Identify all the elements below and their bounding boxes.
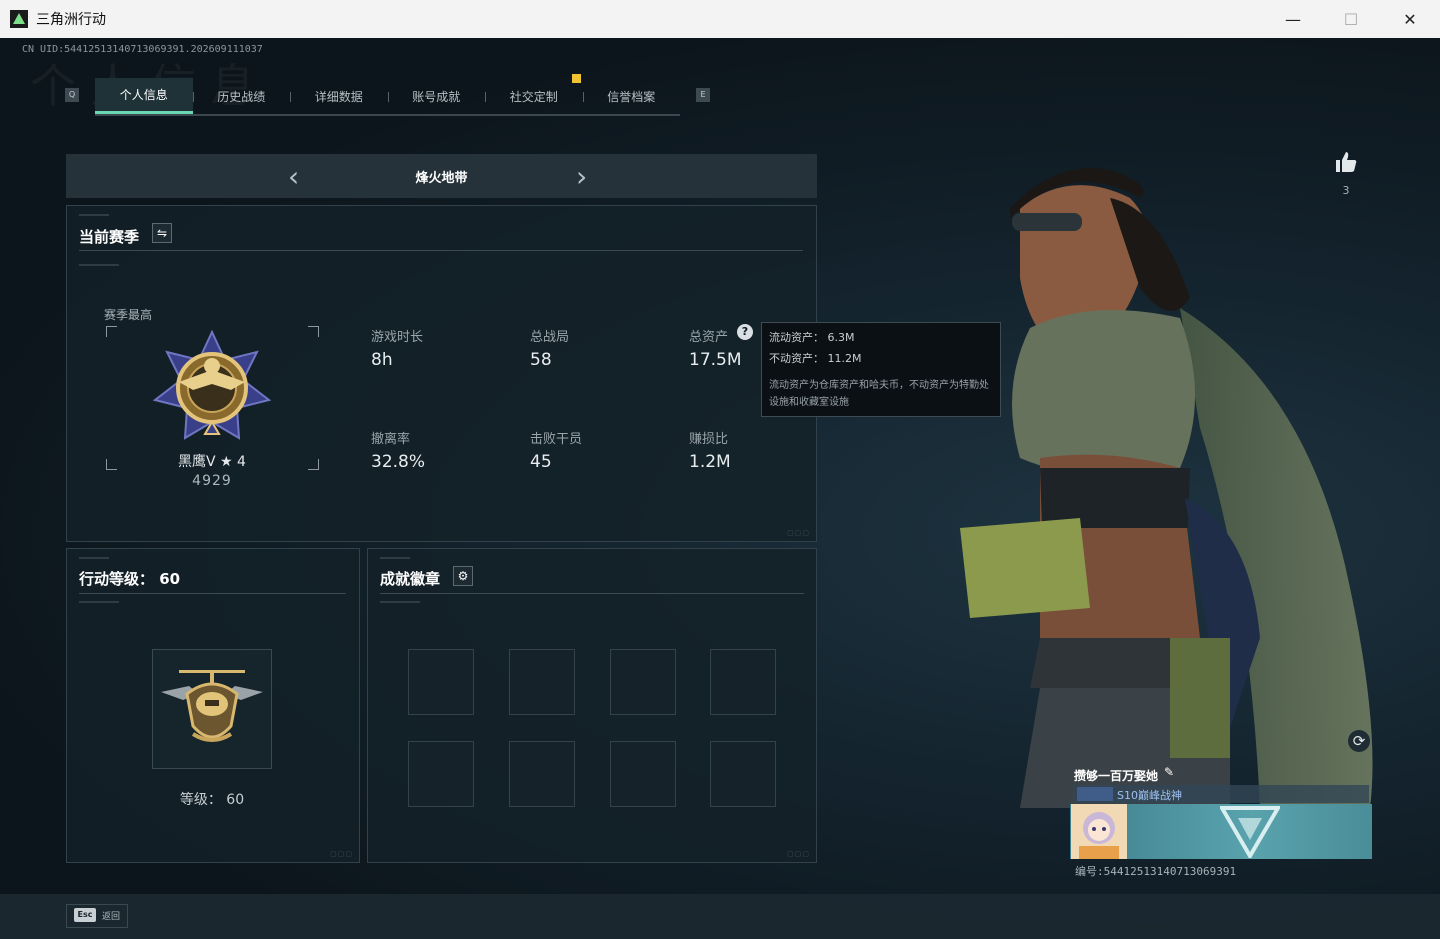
frame-corner	[106, 326, 117, 337]
level-emblem-frame	[152, 649, 272, 769]
badge-slot[interactable]	[509, 741, 575, 807]
help-icon[interactable]: ?	[737, 324, 753, 340]
stat-value-kills: 45	[530, 452, 552, 472]
frame-corner	[308, 326, 319, 337]
badges-title: 成就徽章	[380, 570, 441, 588]
rank-score: 4929	[192, 473, 232, 489]
panel-marker	[79, 601, 119, 603]
panel-marker	[79, 264, 119, 266]
stat-value-matches: 58	[530, 350, 552, 370]
rank-name: 黑鹰V ★ 4	[178, 454, 246, 470]
like-icon[interactable]	[1334, 150, 1358, 174]
name-card[interactable]: 攒够一百万娶她 ✎ S10巅峰战神	[1070, 765, 1372, 859]
stat-value-assets: 17.5M	[689, 350, 742, 370]
stat-label-profit-ratio: 赚损比	[689, 432, 729, 447]
season-title: 当前赛季	[79, 228, 140, 246]
edit-name-icon[interactable]: ✎	[1164, 765, 1174, 779]
badges-settings-button[interactable]: ⚙	[453, 566, 473, 586]
player-title-bar: S10巅峰战神	[1073, 785, 1369, 803]
panel-marker	[380, 557, 410, 559]
mode-label: 烽火地带	[415, 170, 468, 186]
tab-achievements[interactable]: 账号成就	[387, 78, 486, 114]
game-viewport: 个人信息 CN UID:5441251314071306939​1.202609…	[0, 38, 1440, 939]
panel-divider	[79, 250, 803, 251]
mode-selector: ‹ 烽火地带 ›	[66, 154, 817, 198]
close-button[interactable]: ✕	[1381, 0, 1439, 38]
frame-corner	[308, 459, 319, 470]
esc-key-icon[interactable]: Esc	[74, 908, 96, 922]
bottom-bar	[0, 894, 1440, 939]
maximize-button[interactable]: ☐	[1322, 0, 1380, 38]
stat-label-extraction-rate: 撤离率	[371, 432, 411, 447]
level-title: 行动等级： 60	[79, 570, 181, 588]
badge-slot[interactable]	[408, 741, 474, 807]
panel-divider	[380, 593, 804, 594]
like-count: 3	[1342, 184, 1350, 197]
title-emblem-icon	[1077, 787, 1113, 801]
badge-slot[interactable]	[710, 649, 776, 715]
panel-marker	[380, 601, 420, 603]
panel-divider	[79, 593, 346, 594]
tab-prev-key[interactable]: Q	[65, 88, 79, 102]
tab-personal-info[interactable]: 个人信息	[95, 78, 193, 114]
tab-social[interactable]: 社交定制	[485, 78, 583, 114]
stat-label-kills: 击败干员	[530, 432, 583, 447]
corner-dots: ▢▢▢	[330, 850, 353, 858]
window-title: 三角洲行动	[36, 12, 106, 28]
corner-dots: ▢▢▢	[787, 850, 810, 858]
stat-value-extraction-rate: 32.8%	[371, 452, 426, 472]
level-caption: 等级： 60	[179, 792, 245, 808]
avatar[interactable]	[1071, 804, 1127, 859]
helicopter-emblem-icon	[161, 670, 263, 742]
stat-label-matches: 总战局	[530, 330, 570, 345]
stat-value-playtime: 8h	[371, 350, 393, 370]
tab-next-key[interactable]: E	[696, 88, 710, 102]
player-id[interactable]: 编号:544125131407130693​91	[1075, 863, 1236, 879]
corner-dots: ▢▢▢	[787, 529, 810, 537]
season-peak-label: 赛季最高	[104, 308, 153, 322]
minimize-button[interactable]: —	[1264, 0, 1322, 38]
badge-slot[interactable]	[408, 649, 474, 715]
badge-slot[interactable]	[710, 741, 776, 807]
avatar-image	[1071, 804, 1127, 859]
mode-next-arrow-icon[interactable]: ›	[576, 160, 587, 193]
player-title: S10巅峰战神	[1117, 789, 1182, 802]
stat-label-assets: 总资产	[689, 330, 729, 345]
tab-history[interactable]: 历史战绩	[192, 78, 291, 114]
season-switch-button[interactable]: ⇋	[152, 223, 172, 243]
badge-slot[interactable]	[509, 649, 575, 715]
tab-detailed-data[interactable]: 详细数据	[290, 78, 388, 114]
tab-bar: 个人信息 历史战绩 详细数据 账号成就 社交定制 信誉档案	[95, 78, 680, 116]
mode-prev-arrow-icon[interactable]: ‹	[288, 160, 299, 193]
panel-marker	[79, 557, 109, 559]
tab-credit-record[interactable]: 信誉档案	[582, 78, 681, 114]
stat-value-profit-ratio: 1.2M	[689, 452, 731, 472]
app-logo-icon	[10, 10, 28, 28]
delta-logo-icon	[1220, 806, 1280, 858]
back-label[interactable]: 返回	[102, 909, 120, 922]
stat-label-playtime: 游戏时长	[371, 330, 424, 345]
badge-slot[interactable]	[610, 649, 676, 715]
badge-slot[interactable]	[610, 741, 676, 807]
player-name: 攒够一百万娶她	[1074, 769, 1159, 783]
uid-label: CN UID:5441251314071306939​1.20260911103…	[22, 44, 263, 55]
rank-emblem-icon	[152, 330, 272, 440]
window-titlebar: 三角洲行动 — ☐ ✕	[0, 0, 1440, 39]
panel-marker	[79, 214, 109, 216]
refresh-button[interactable]: ⟳	[1348, 730, 1370, 752]
frame-corner	[106, 459, 117, 470]
notification-dot	[572, 74, 581, 83]
